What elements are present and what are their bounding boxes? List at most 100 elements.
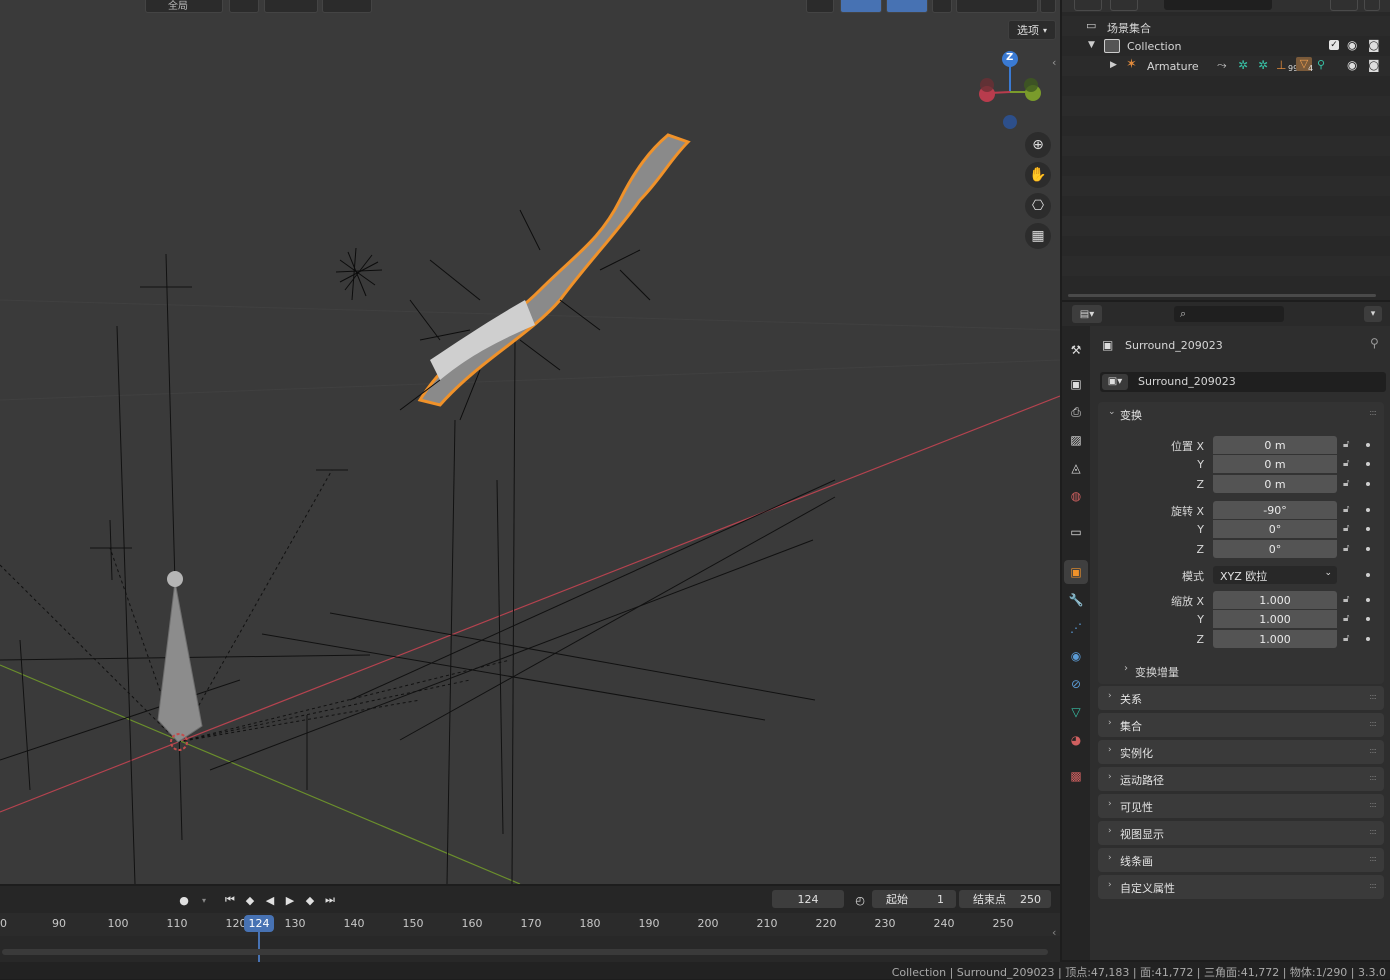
world-tab-icon[interactable]: ◍ [1068,488,1084,504]
lock-icon[interactable]: 🔓︎ [1343,613,1355,625]
prev-keyframe-icon[interactable]: ◆ [242,892,258,908]
instancing-panel[interactable]: › 实例化:::: [1098,740,1384,764]
timeline-scrollbar[interactable] [2,949,1048,955]
location-z-field[interactable]: 0 m [1213,475,1337,493]
particles-tab-icon[interactable]: ⋰ [1068,620,1084,636]
timeline-sidebar-toggle-icon[interactable]: ‹ [1052,926,1056,939]
drag-handle-icon[interactable]: :::: [1369,800,1377,809]
keying-dropdown-icon[interactable]: ▾ [196,892,212,908]
modifier-tab-icon[interactable]: 🔧 [1068,592,1084,608]
new-collection-button[interactable] [1364,0,1380,11]
properties-search-input[interactable]: ⌕ [1174,306,1284,322]
play-icon[interactable]: ▶ [282,892,298,908]
keyframe-dot-icon[interactable] [1366,443,1370,447]
exclude-checkbox[interactable]: ✓ [1329,40,1339,50]
constraints-tab-icon[interactable]: ⊘ [1068,676,1084,692]
display-mode-dropdown[interactable] [1074,0,1102,11]
tool-tab-icon[interactable]: ⚒ [1068,342,1084,358]
drag-handle-icon[interactable]: :::: [1369,719,1377,728]
object-children-icon[interactable]: ⊥ [1276,58,1286,72]
playhead-marker[interactable]: 124 [244,915,274,932]
rotation-mode-dropdown[interactable]: XYZ 欧拉 ⌄ [1213,566,1337,584]
object-tab-icon[interactable]: ▣ [1064,560,1088,584]
relations-panel[interactable]: › 关系:::: [1098,686,1384,710]
scene-tab-icon[interactable]: ◬ [1068,460,1084,476]
texture-tab-icon[interactable]: ▩ [1068,768,1084,784]
object-type-dropdown[interactable]: ▣▾ [1102,374,1128,390]
line-art-panel[interactable]: › 线条画:::: [1098,848,1384,872]
drag-handle-icon[interactable]: :::: [1369,746,1377,755]
location-y-field[interactable]: 0 m [1213,455,1337,473]
location-x-field[interactable]: 0 m [1213,436,1337,454]
keyframe-dot-icon[interactable] [1366,573,1370,577]
record-icon[interactable]: ● [176,892,192,908]
pivot-dropdown[interactable] [229,0,259,13]
keyframe-dot-icon[interactable] [1366,598,1370,602]
snap-toggle[interactable] [264,0,318,13]
clock-icon[interactable]: ◴ [852,892,868,908]
3d-viewport[interactable]: Z 全局 选项 ▾ ‹ ⊕ ✋ ⎔ ▦ [0,0,1060,884]
pin-icon[interactable]: ⚲ [1370,336,1379,350]
viewport-display-panel[interactable]: › 视图显示:::: [1098,821,1384,845]
rotation-x-field[interactable]: -90° [1213,501,1337,519]
scale-z-field[interactable]: 1.000 [1213,630,1337,648]
visibility-panel[interactable]: › 可见性:::: [1098,794,1384,818]
drag-handle-icon[interactable]: :::: [1369,408,1377,417]
keyframe-dot-icon[interactable] [1366,547,1370,551]
custom-properties-panel[interactable]: › 自定义属性:::: [1098,875,1384,899]
expand-arrow-icon[interactable]: ▼ [1088,40,1095,50]
render-tab-icon[interactable]: ▣ [1068,376,1084,392]
object-datablock-selector[interactable]: ▣▾ Surround_209023 [1100,372,1386,392]
next-keyframe-icon[interactable]: ◆ [302,892,318,908]
filter-dropdown[interactable] [1330,0,1358,11]
outliner[interactable]: ▭ 场景集合 ▼ Collection ✓ ◉ ◙ ▶ ✶ Armature ⤳… [1062,0,1390,300]
keyframe-dot-icon[interactable] [1366,637,1370,641]
data-tab-icon[interactable]: ▽ [1068,704,1084,720]
datablock-name-field[interactable]: Surround_209023 [1138,375,1236,388]
pose-icon[interactable]: ⤳ [1217,58,1227,73]
jump-end-icon[interactable]: ⏭ [322,892,338,908]
render-camera-icon[interactable]: ◙ [1368,58,1380,72]
outliner-row-armature[interactable]: ▶ ✶ Armature ⤳ ✲ ✲ ⊥ 99 ▽ 4 ⚲ ◉ ◙ [1062,56,1390,76]
transform-panel-header[interactable]: ⌄ 变换 :::: [1098,402,1384,426]
motion-paths-panel[interactable]: › 运动路径:::: [1098,767,1384,791]
lock-icon[interactable]: 🔓︎ [1343,594,1355,606]
grid-icon[interactable]: ▦ [1025,223,1051,249]
options-dropdown[interactable]: ▾ [1364,306,1382,322]
rotation-y-field[interactable]: 0° [1213,520,1337,538]
drag-handle-icon[interactable]: :::: [1369,692,1377,701]
editor-type-dropdown[interactable]: ▤▾ [1072,305,1102,323]
render-camera-icon[interactable]: ◙ [1368,38,1380,52]
view-object-types-dropdown[interactable] [806,0,834,13]
options-dropdown[interactable]: 选项 ▾ [1008,20,1056,40]
expand-arrow-icon[interactable]: ▶ [1110,60,1117,70]
transform-orientation-dropdown[interactable]: 全局 [145,0,223,13]
start-frame-field[interactable]: 起始 1 [872,890,956,908]
camera-icon[interactable]: ⎔ [1025,193,1051,219]
outliner-search-input[interactable] [1164,0,1272,10]
shading-mode-buttons[interactable] [956,0,1038,13]
lock-icon[interactable]: 🔓︎ [1343,633,1355,645]
rotation-z-field[interactable]: 0° [1213,540,1337,558]
outliner-scrollbar[interactable] [1068,294,1376,297]
lock-icon[interactable]: 🔓︎ [1343,458,1355,470]
eye-icon[interactable]: ◉ [1347,38,1357,52]
lock-icon[interactable]: 🔓︎ [1343,543,1355,555]
keyframe-dot-icon[interactable] [1366,462,1370,466]
modifier-icon[interactable]: ⚲ [1317,58,1325,71]
hand-icon[interactable]: ✋ [1025,162,1051,188]
eye-icon[interactable]: ◉ [1347,58,1357,72]
keyframe-dot-icon[interactable] [1366,527,1370,531]
play-reverse-icon[interactable]: ◀ [262,892,278,908]
material-tab-icon[interactable]: ◕ [1068,732,1084,748]
sidebar-toggle-icon[interactable]: ‹ [1052,56,1056,69]
lock-icon[interactable]: 🔓︎ [1343,439,1355,451]
keyframe-dot-icon[interactable] [1366,482,1370,486]
delta-transform-subpanel[interactable]: › 变换增量 [1112,660,1382,680]
end-frame-field[interactable]: 结束点 250 [959,890,1051,908]
current-frame-field[interactable]: 124 [772,890,844,908]
jump-start-icon[interactable]: ⏮ [222,892,238,908]
drag-handle-icon[interactable]: :::: [1369,854,1377,863]
scale-x-field[interactable]: 1.000 [1213,591,1337,609]
frame-ruler[interactable]: 0 90 100 110 120 130 140 150 160 170 180 190 200 210 2… [0,914,1060,936]
